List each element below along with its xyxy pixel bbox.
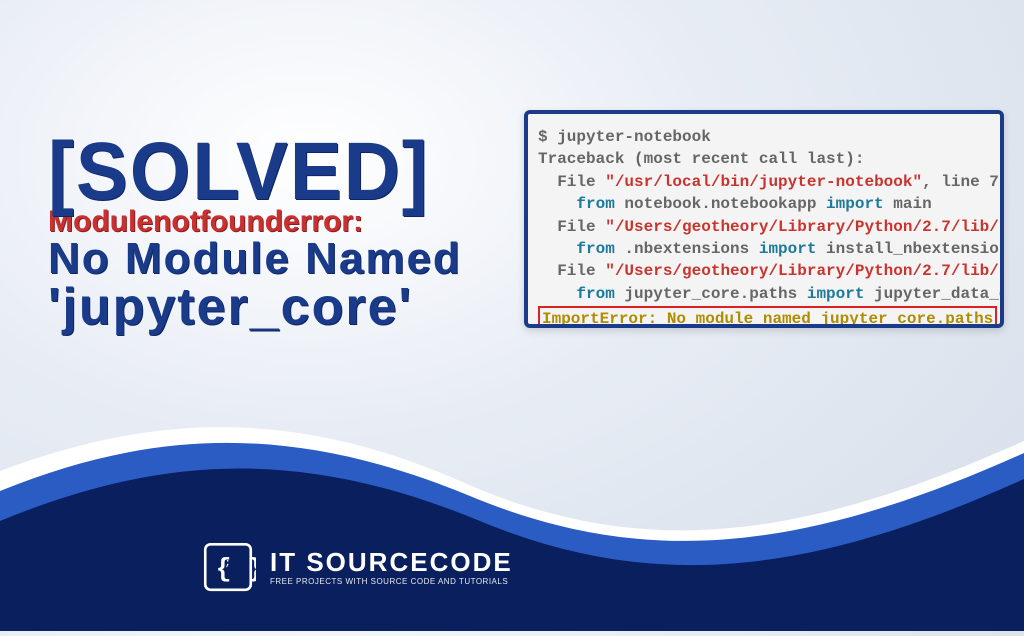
code-l3c: jupyter_core.paths [615,285,807,303]
code-l1e: main [884,195,932,213]
title-no-module: No Module Named [48,237,488,281]
logo-icon: { } ; [200,539,256,595]
code-l3a [538,285,576,303]
code-file1-end: , [999,173,1004,191]
svg-text:{ }: { } [216,554,256,584]
code-l2e: install_nbextension [816,240,1004,258]
code-file2-path: "/Users/geotheory/Library/Python/2.7/lib… [605,218,1004,236]
code-panel: $ jupyter-notebook Traceback (most recen… [524,110,1004,328]
code-file1-path: "/usr/local/bin/jupyter-notebook" [605,173,922,191]
logo-text: IT SOURCECODE FREE PROJECTS WITH SOURCE … [270,549,513,586]
logo-tagline: FREE PROJECTS WITH SOURCE CODE AND TUTOR… [270,577,513,586]
code-prompt: $ jupyter-notebook [538,128,711,146]
title-solved: [SOLVED] [48,135,466,209]
code-file3: File [538,262,605,280]
code-l1-import: import [826,195,884,213]
code-l3e: jupyter_data_di [864,285,1004,303]
code-file1-num: 7 [989,173,999,191]
logo-brand: IT SOURCECODE [270,549,513,575]
code-file3-path: "/Users/geotheory/Library/Python/2.7/lib… [605,262,1004,280]
title-module-name: 'jupyter_core' [48,281,488,333]
title-block: [SOLVED] Modulenotfounderror: No Module … [48,135,488,333]
code-l2c: .nbextensions [615,240,759,258]
code-l2-from: from [576,240,614,258]
code-l3-from: from [576,285,614,303]
code-error-box: ImportError: No module named jupyter_cor… [538,306,997,328]
code-error-text: ImportError: No module named jupyter_cor… [542,310,993,328]
code-file1: File [538,173,605,191]
code-l2a [538,240,576,258]
code-l1a [538,195,576,213]
code-file2: File [538,218,605,236]
code-l3-import: import [807,285,865,303]
svg-text:;: ; [225,557,231,569]
code-l1c: notebook.notebookapp [615,195,826,213]
code-l2-import: import [759,240,817,258]
code-l1-from: from [576,195,614,213]
code-traceback-head: Traceback (most recent call last): [538,150,864,168]
logo-block: { } ; IT SOURCECODE FREE PROJECTS WITH S… [200,539,513,595]
code-file1-tail: , line [922,173,989,191]
